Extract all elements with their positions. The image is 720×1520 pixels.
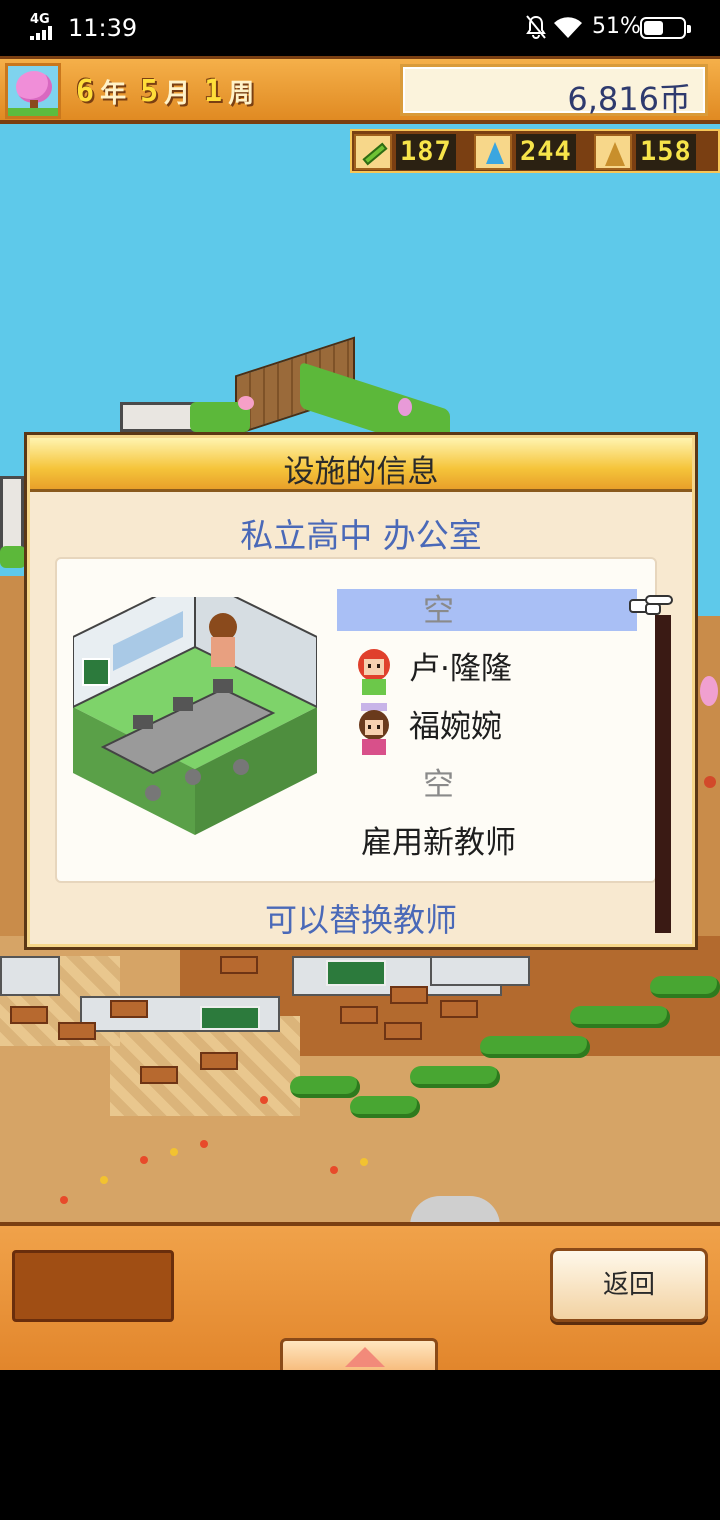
network-type: 4G bbox=[30, 12, 50, 27]
resource-bar: 187 244 158 bbox=[350, 129, 720, 173]
top-hud: 6 年 5 月 1 周 6,816币 bbox=[0, 56, 720, 124]
resource-tower-value: 158 bbox=[636, 134, 696, 170]
season-tree-icon[interactable] bbox=[5, 63, 61, 119]
bottom-hud: 返回 bbox=[0, 1222, 720, 1370]
dialog-title: 设施的信息 bbox=[283, 454, 439, 490]
money-display: 6,816币 bbox=[400, 64, 708, 118]
teacher-slot-3[interactable]: 福婉婉 bbox=[337, 701, 647, 759]
resource-flask-value: 244 bbox=[516, 134, 576, 170]
pointing-hand-icon bbox=[629, 595, 673, 615]
signal-icon bbox=[30, 26, 56, 40]
expand-menu-button[interactable] bbox=[280, 1338, 438, 1370]
date-week-unit: 周 bbox=[228, 78, 255, 109]
flask-icon bbox=[474, 134, 512, 170]
slot-selection-highlight bbox=[337, 589, 637, 631]
tower-icon bbox=[594, 134, 632, 170]
navigation-area bbox=[0, 1370, 720, 1520]
back-button[interactable]: 返回 bbox=[550, 1248, 708, 1322]
up-arrow-icon bbox=[345, 1347, 385, 1367]
date-month-unit: 月 bbox=[164, 78, 191, 109]
slot-label: 空 bbox=[423, 593, 454, 629]
game-world[interactable]: 6 年 5 月 1 周 6,816币 187 244 158 设施的信息 私立高 bbox=[0, 56, 720, 1370]
money-value: 6,816币 bbox=[567, 80, 691, 118]
date-week: 1 bbox=[204, 73, 223, 109]
facility-panel: 空 卢·隆隆 福婉婉 空 雇用新教师 bbox=[55, 557, 657, 883]
scrollbar[interactable] bbox=[655, 615, 671, 933]
dialog-header: 设施的信息 bbox=[30, 438, 692, 492]
clock: 11:39 bbox=[68, 14, 138, 42]
teacher-avatar-icon bbox=[358, 649, 390, 695]
battery-percent: 51% bbox=[592, 14, 641, 39]
dialog-footer-hint: 可以替换教师 bbox=[264, 901, 457, 939]
slot-label: 雇用新教师 bbox=[361, 825, 516, 861]
slot-label: 空 bbox=[423, 767, 454, 803]
facility-info-dialog: 设施的信息 私立高中 办公室 空 卢·隆隆 福婉婉 空 雇用新教师 可以替换教师 bbox=[24, 432, 698, 950]
mute-bell-icon bbox=[526, 15, 546, 40]
date-year: 6 bbox=[76, 73, 95, 109]
teacher-slot-list: 空 卢·隆隆 福婉婉 空 雇用新教师 bbox=[337, 585, 647, 875]
date-month: 5 bbox=[140, 73, 159, 109]
date-year-unit: 年 bbox=[100, 78, 127, 109]
slot-label: 卢·隆隆 bbox=[409, 651, 512, 687]
wifi-icon bbox=[554, 17, 582, 38]
status-bar: 4G 11:39 51% bbox=[0, 0, 720, 56]
info-slot bbox=[12, 1250, 174, 1322]
resource-pencil-value: 187 bbox=[396, 134, 456, 170]
facility-name: 私立高中 办公室 bbox=[240, 516, 482, 555]
game-date: 6 年 5 月 1 周 bbox=[76, 71, 268, 111]
teacher-slot-4[interactable]: 空 bbox=[337, 759, 647, 817]
hire-new-teacher-button[interactable]: 雇用新教师 bbox=[337, 817, 647, 875]
teacher-avatar-icon bbox=[359, 703, 389, 755]
slot-label: 福婉婉 bbox=[409, 709, 502, 745]
office-room-illustration bbox=[73, 597, 317, 835]
teacher-slot-2[interactable]: 卢·隆隆 bbox=[337, 643, 647, 701]
battery-icon bbox=[640, 17, 691, 39]
teacher-slot-1[interactable]: 空 bbox=[337, 585, 647, 643]
pencil-icon bbox=[354, 134, 392, 170]
